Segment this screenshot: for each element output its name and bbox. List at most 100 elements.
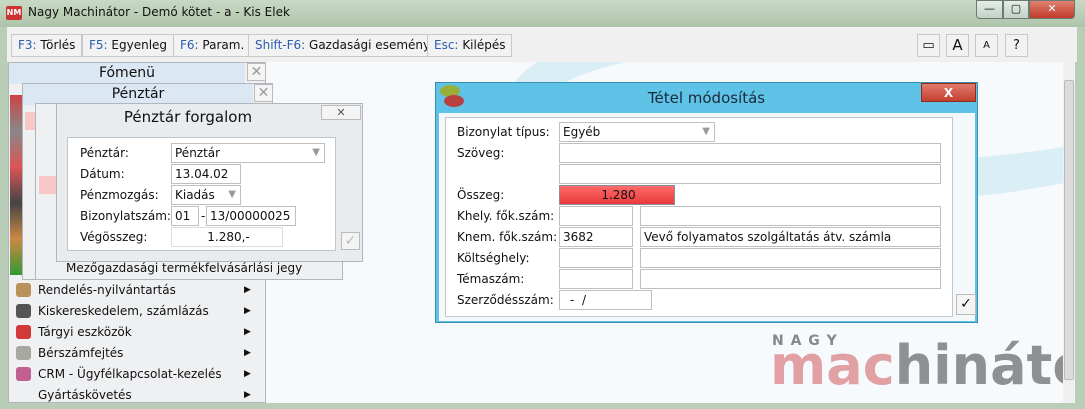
menu-item-assets[interactable]: Tárgyi eszközök ▶ xyxy=(16,322,265,343)
date-input[interactable]: 13.04.02 xyxy=(171,164,241,184)
dialog-title: Tétel módosítás xyxy=(647,89,766,107)
debit-account-name[interactable] xyxy=(640,206,941,226)
button-label: Törlés xyxy=(40,38,76,52)
button-label: Egyenleg xyxy=(111,38,168,52)
date-label: Dátum: xyxy=(80,167,125,181)
cost-center-name[interactable] xyxy=(640,248,941,268)
total-label: Végösszeg: xyxy=(80,230,148,244)
font-larger-button[interactable]: A xyxy=(946,34,969,57)
shortcut-key: Esc: xyxy=(434,38,459,52)
select-value: Kiadás xyxy=(175,188,215,202)
contract-number-label: Szerződésszám: xyxy=(457,293,554,307)
menu-item-crm[interactable]: CRM - Ügyfélkapcsolat-kezelés ▶ xyxy=(16,364,265,385)
doc-type-select[interactable]: Egyéb ▼ xyxy=(559,122,715,142)
select-value: Egyéb xyxy=(563,125,601,139)
submenu-arrow-icon: ▶ xyxy=(244,285,251,295)
submenu-arrow-icon: ▶ xyxy=(244,390,251,400)
text-input-2[interactable] xyxy=(559,164,941,184)
menu-item-production[interactable]: Gyártáskövetés ▶ xyxy=(16,385,265,403)
vertical-scrollbar[interactable] xyxy=(1063,62,1075,403)
maximize-button[interactable]: ▢ xyxy=(1003,0,1029,19)
window-title: Nagy Machinátor - Demó kötet - a - Kis E… xyxy=(28,5,290,19)
button-label: Kilépés xyxy=(462,38,506,52)
document-number-input[interactable]: 13/00000025 xyxy=(206,206,296,226)
item-edit-dialog: Tétel módosítás X Bizonylat típus: Egyéb… xyxy=(435,82,978,323)
menu-item-label: Tárgyi eszközök xyxy=(38,325,132,339)
balance-button[interactable]: F5: Egyenleg xyxy=(82,34,175,57)
credit-account-code[interactable]: 3682 xyxy=(559,227,633,247)
panel-title: Fómenü xyxy=(9,63,245,84)
document-prefix-input[interactable]: 01 xyxy=(171,206,199,226)
panel-title: Pénztár xyxy=(23,84,253,105)
logo: machinátor xyxy=(770,334,1075,397)
submenu-arrow-icon: ▶ xyxy=(244,327,251,337)
menu-item-purchase-ticket[interactable]: Mezőgazdasági termékfelvásárlási jegy xyxy=(66,261,302,275)
payroll-icon xyxy=(16,346,31,360)
window-mode-button[interactable]: ▭ xyxy=(917,34,940,57)
selected-marker xyxy=(39,176,57,194)
cashbox-select[interactable]: Pénztár ▼ xyxy=(171,143,325,163)
debit-account-label: Khely. fők.szám: xyxy=(457,209,555,223)
shortcut-key: F6: xyxy=(180,38,199,52)
help-button[interactable]: ? xyxy=(1005,34,1028,57)
shortcut-key: Shift-F6: xyxy=(255,38,306,52)
cashbox-label: Pénztár: xyxy=(80,146,129,160)
menu-item-orders[interactable]: Rendelés-nyilvántartás ▶ xyxy=(16,280,265,301)
scrollbar-thumb[interactable] xyxy=(1064,80,1074,380)
exit-button[interactable]: Esc: Kilépés xyxy=(427,34,513,57)
close-button[interactable]: ✕ xyxy=(1029,0,1075,19)
total-value: 1.280,- xyxy=(171,227,283,247)
amount-input[interactable]: 1.280 xyxy=(559,185,675,205)
select-value: Pénztár xyxy=(175,146,221,160)
topic-number-label: Témaszám: xyxy=(457,272,525,286)
credit-account-name[interactable]: Vevő folyamatos szolgáltatás átv. számla xyxy=(640,227,941,247)
button-label: Gazdasági esemény xyxy=(309,38,431,52)
close-icon[interactable]: ✕ xyxy=(254,84,273,102)
menu-item-label: CRM - Ügyfélkapcsolat-kezelés xyxy=(38,367,222,381)
document-number-label: Bizonylatszám: xyxy=(80,209,171,223)
crm-icon xyxy=(16,367,31,381)
ok-button[interactable]: ✓ xyxy=(341,232,360,250)
app-logo-icon: NM xyxy=(6,6,22,20)
separator: - xyxy=(201,209,206,223)
cost-center-code[interactable] xyxy=(559,248,633,268)
chevron-down-icon: ▼ xyxy=(312,147,320,158)
logo-part: mac xyxy=(770,334,895,397)
shortcut-key: F3: xyxy=(18,38,37,52)
minimize-button[interactable]: — xyxy=(976,0,1003,19)
close-icon[interactable]: ✕ xyxy=(321,105,361,120)
ok-button[interactable]: ✓ xyxy=(956,294,976,315)
menu-item-retail[interactable]: Kiskereskedelem, számlázás ▶ xyxy=(16,301,265,322)
amount-label: Összeg: xyxy=(457,188,505,202)
cash-flow-dialog: Pénztár forgalom ✕ Pénztár: Pénztár ▼ Dát… xyxy=(56,103,363,262)
delete-button[interactable]: F3: Törlés xyxy=(11,34,83,57)
font-smaller-button[interactable]: A xyxy=(975,34,998,57)
topic-number-name[interactable] xyxy=(640,269,941,289)
title-bar: NM Nagy Machinátor - Demó kötet - a - Ki… xyxy=(0,0,1085,27)
menu-item-label: Rendelés-nyilvántartás xyxy=(38,283,176,297)
chevron-down-icon: ▼ xyxy=(702,126,710,137)
dialog-title: Pénztár forgalom xyxy=(123,108,253,126)
debit-account-code[interactable] xyxy=(559,206,633,226)
cash-register-icon xyxy=(16,304,31,318)
credit-account-label: Knem. fők.szám: xyxy=(457,230,558,244)
economic-event-button[interactable]: Shift-F6: Gazdasági esemény xyxy=(248,34,438,57)
money-movement-select[interactable]: Kiadás ▼ xyxy=(171,185,241,205)
close-icon[interactable]: ✕ xyxy=(247,63,266,81)
contract-number-input[interactable]: - / xyxy=(559,290,652,310)
submenu-arrow-icon: ▶ xyxy=(244,369,251,379)
submenu-arrow-icon: ▶ xyxy=(244,348,251,358)
text-label: Szöveg: xyxy=(457,146,505,160)
logo-part: hinátor xyxy=(894,334,1075,397)
topic-number-code[interactable] xyxy=(559,269,633,289)
menu-item-label: Bérszámfejtés xyxy=(38,346,124,360)
menu-item-label: Kiskereskedelem, számlázás xyxy=(38,304,209,318)
orders-icon xyxy=(16,283,31,297)
close-button[interactable]: X xyxy=(921,83,976,102)
submenu-arrow-icon: ▶ xyxy=(244,306,251,316)
params-button[interactable]: F6: Param. xyxy=(173,34,252,57)
menu-item-label: Gyártáskövetés xyxy=(38,388,132,402)
menu-item-payroll[interactable]: Bérszámfejtés ▶ xyxy=(16,343,265,364)
shortcut-key: F5: xyxy=(89,38,108,52)
text-input-1[interactable] xyxy=(559,143,941,163)
